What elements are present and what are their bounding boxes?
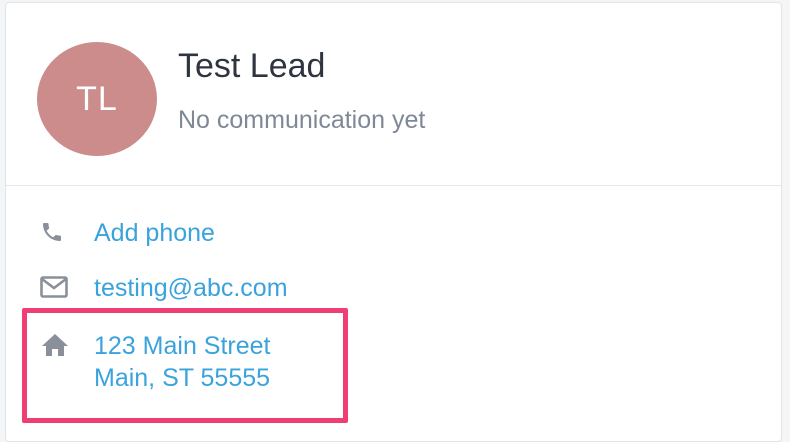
home-icon [40,330,74,360]
lead-header: TL Test Lead No communication yet [6,3,781,186]
address-link[interactable]: 123 Main Street Main, ST 55555 [94,330,271,394]
avatar-initials: TL [76,79,118,118]
add-phone-link[interactable]: Add phone [94,217,215,249]
envelope-icon [40,272,74,302]
avatar: TL [37,42,157,156]
phone-icon [40,217,74,247]
address-line1: 123 Main Street [94,332,271,360]
lead-status: No communication yet [178,106,426,134]
address-row[interactable]: 123 Main Street Main, ST 55555 [40,330,271,394]
email-link[interactable]: testing@abc.com [94,272,288,304]
email-row[interactable]: testing@abc.com [40,272,288,304]
address-line2: Main, ST 55555 [94,364,271,392]
phone-row[interactable]: Add phone [40,217,215,249]
lead-name[interactable]: Test Lead [178,47,325,86]
